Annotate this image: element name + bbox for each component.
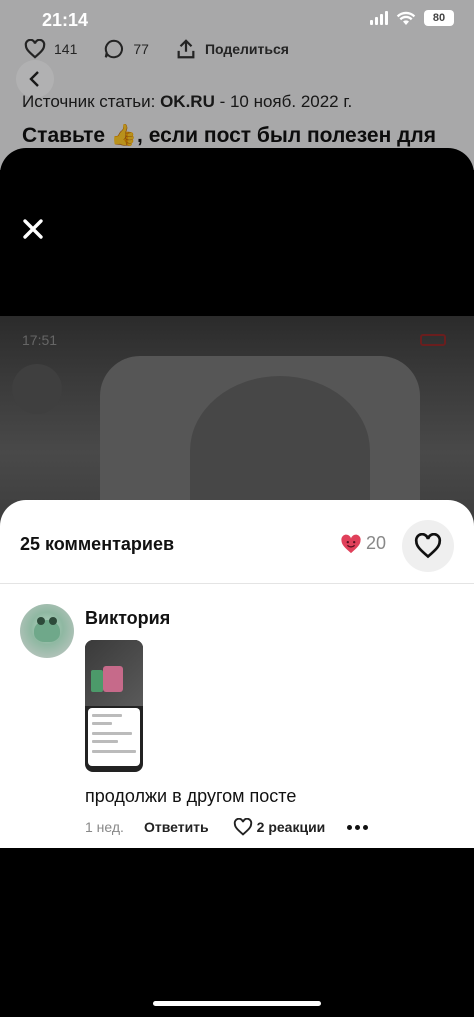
battery-icon	[420, 334, 446, 346]
cellular-signal-icon	[370, 11, 388, 25]
avatar[interactable]	[20, 604, 74, 658]
photo-status-icons	[420, 334, 446, 346]
heart-outline-icon	[233, 818, 252, 836]
reactions-label: 2 реакции	[256, 819, 326, 835]
dot	[355, 824, 361, 830]
comment-time: 1 нед.	[85, 819, 124, 835]
close-button[interactable]	[18, 214, 48, 244]
attached-photo[interactable]: 17:51	[0, 316, 474, 526]
attachment-line	[92, 714, 122, 717]
attachment-shape	[103, 666, 123, 692]
like-button[interactable]	[402, 520, 454, 572]
attachment-line	[92, 722, 112, 725]
heart-emoji-icon	[341, 534, 361, 553]
attachment-line	[92, 750, 136, 753]
dot	[363, 824, 369, 830]
attachment-photo	[85, 640, 143, 706]
status-time: 21:14	[42, 10, 89, 30]
attachment-line	[92, 732, 132, 735]
comments-sheet: 25 комментариев 20 Виктория продолжи в д…	[0, 500, 474, 848]
attachment-screenshot	[88, 708, 140, 766]
comments-title: 25 комментариев	[20, 534, 175, 554]
home-indicator[interactable]	[153, 1001, 321, 1006]
photo-back-circle	[12, 364, 62, 414]
reactions-summary[interactable]: 20	[340, 533, 386, 554]
reactions-count: 20	[366, 533, 387, 553]
reactions-button[interactable]: 2 реакции	[233, 818, 326, 836]
comments-header: 25 комментариев 20	[0, 500, 474, 584]
comment-text: продолжи в другом посте	[85, 786, 297, 806]
dot	[347, 824, 353, 830]
attachment-shape	[91, 670, 103, 692]
close-icon	[23, 219, 43, 239]
comment-author[interactable]: Виктория	[85, 608, 170, 629]
wifi-icon	[396, 11, 416, 25]
battery-icon: 80	[424, 10, 454, 26]
status-bar: 21:14 80	[0, 0, 474, 40]
comment-meta: 1 нед. Ответить 2 реакции	[85, 818, 369, 836]
reply-button[interactable]: Ответить	[144, 819, 209, 835]
heart-outline-icon	[414, 533, 442, 559]
avatar-eye	[49, 617, 57, 625]
status-icons: 80	[370, 10, 454, 26]
attachment-line	[92, 740, 118, 743]
more-options-button[interactable]	[347, 824, 369, 830]
avatar-eye	[37, 617, 45, 625]
photo-status-time: 17:51	[22, 332, 58, 348]
comment-attachment-image[interactable]	[85, 640, 143, 772]
